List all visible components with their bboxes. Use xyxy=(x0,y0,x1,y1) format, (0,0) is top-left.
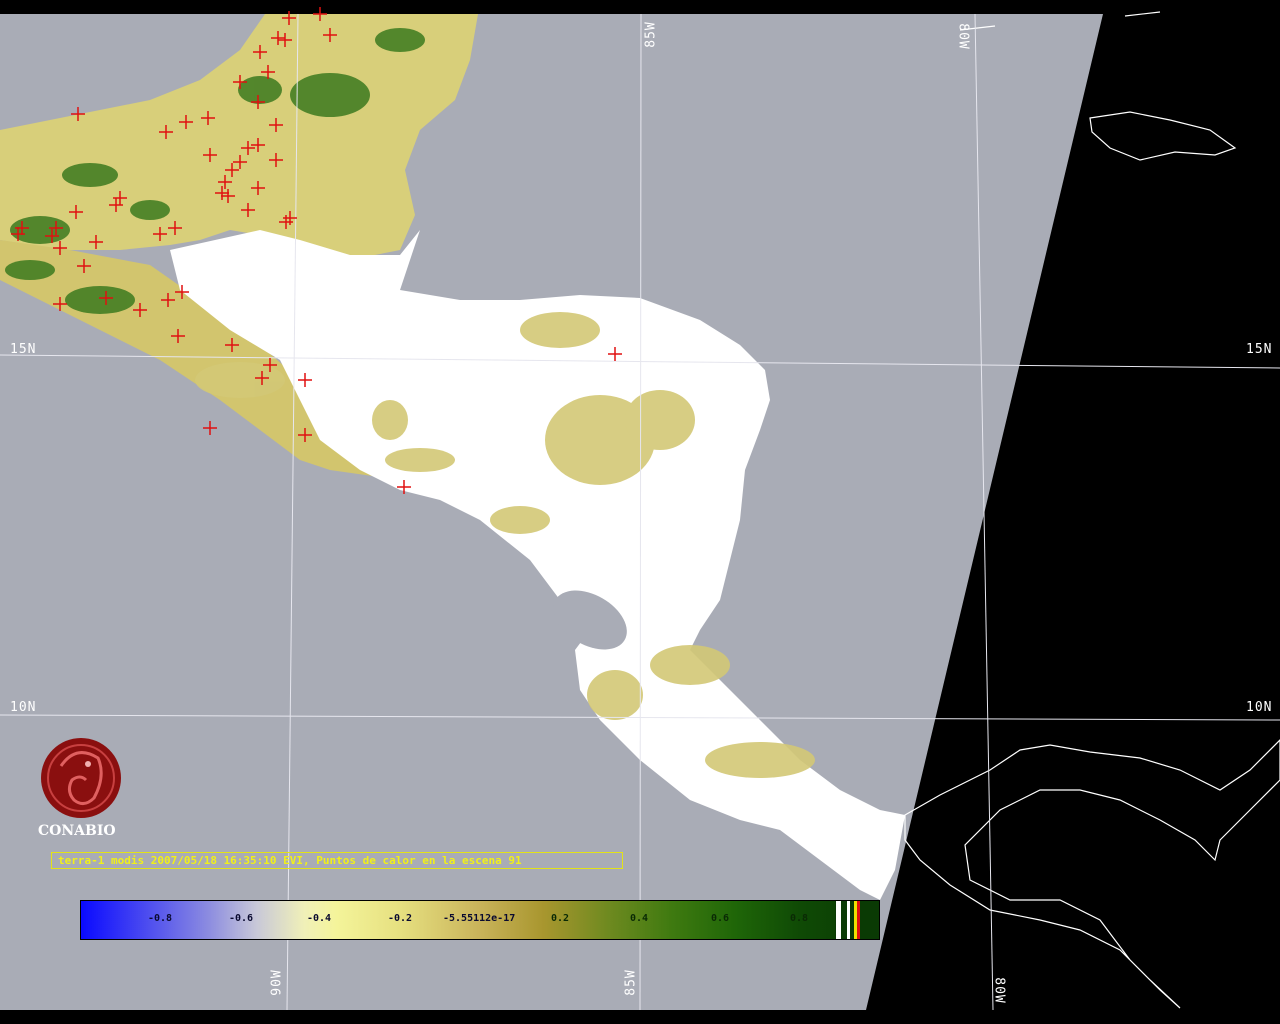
colorbar-end-markers xyxy=(835,901,879,939)
lon-label-85w-top: 85W xyxy=(643,21,659,48)
colorbar-tick-label: -0.6 xyxy=(229,913,254,924)
jamaica-outline xyxy=(1089,111,1237,161)
lat-label-15n-left: 15N xyxy=(10,342,37,357)
scene-caption: terra-1 modis 2007/05/18 16:35:10 EVI, P… xyxy=(51,852,623,869)
lon-label-80w-top: 80W xyxy=(955,23,971,50)
lon-label-90w-bottom: 90W xyxy=(269,969,285,996)
colorbar-tick-label: -0.2 xyxy=(388,913,413,924)
panama-outline xyxy=(904,739,1280,1009)
lat-label-10n-right: 10N xyxy=(1246,700,1273,715)
lat-label-10n-left: 10N xyxy=(10,700,37,715)
colorbar-tick-label: -0.8 xyxy=(148,913,173,924)
lon-label-80w-bottom: 80W xyxy=(991,977,1007,1004)
colorbar-tick-label: 0.4 xyxy=(630,913,649,924)
conabio-logo-text: CONABIO xyxy=(38,823,116,839)
colorbar-tick-label: 0.8 xyxy=(790,913,809,924)
colorbar-tick-label: 0.2 xyxy=(551,913,570,924)
colorbar-tick-label: 0.6 xyxy=(711,913,730,924)
colorbar-tick-label: -5.55112e-17 xyxy=(443,913,516,924)
colorbar-tick-label: -0.4 xyxy=(307,913,332,924)
map-canvas xyxy=(0,7,1280,1011)
lat-label-15n-right: 15N xyxy=(1246,342,1273,357)
lon-label-85w-bottom: 85W xyxy=(623,969,639,996)
